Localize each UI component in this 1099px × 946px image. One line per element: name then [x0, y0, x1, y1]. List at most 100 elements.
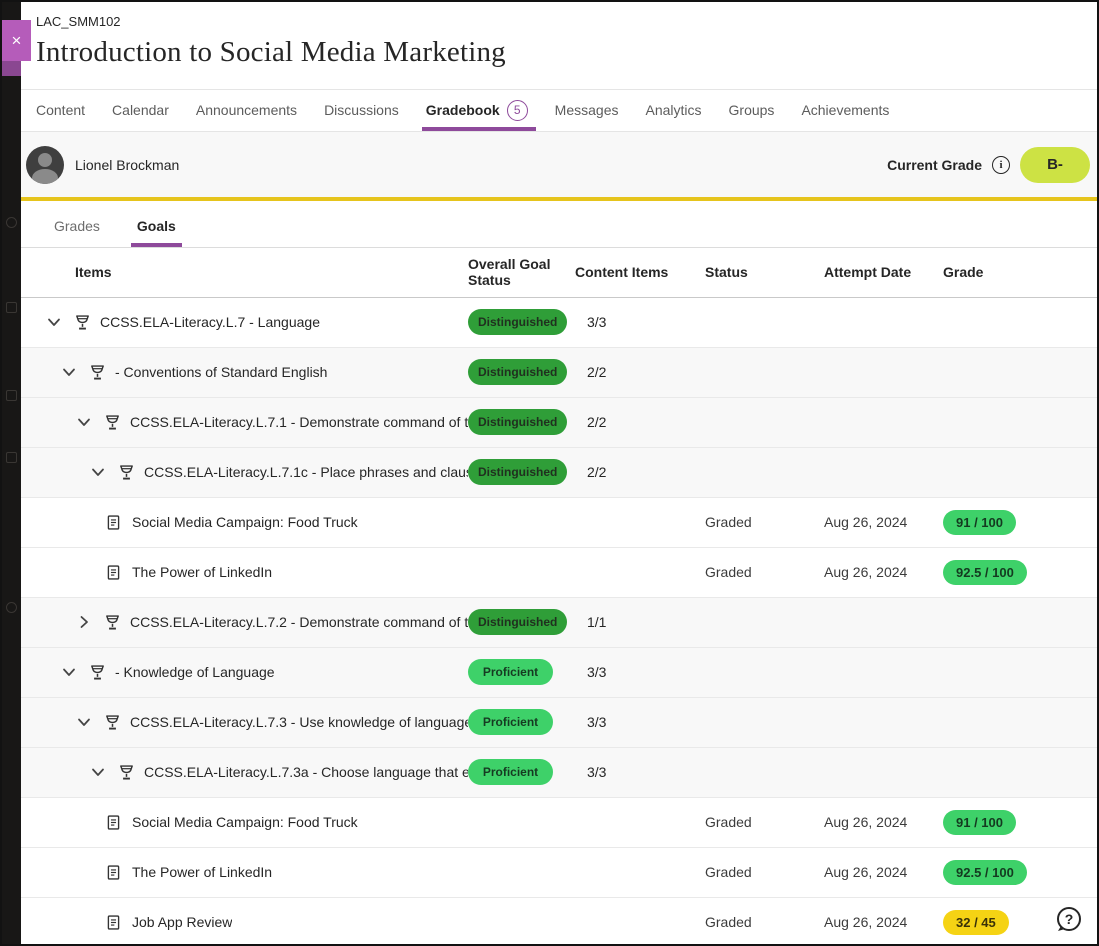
course-header: LAC_SMM102 Introduction to Social Media …: [21, 2, 1097, 90]
tab-messages[interactable]: Messages: [555, 90, 619, 132]
grade-pill[interactable]: 32 / 45: [943, 910, 1009, 935]
content-item-row: Social Media Campaign: Food Truck GradedA…: [21, 498, 1097, 548]
tab-announcements[interactable]: Announcements: [196, 90, 297, 132]
close-icon: ×: [12, 31, 22, 51]
content-items-count: 3/3: [575, 714, 705, 730]
current-grade-group: Current Grade i B-: [887, 147, 1090, 183]
goal-status-badge: Proficient: [468, 659, 553, 685]
close-button-fold: [2, 61, 21, 76]
column-header-items: Items: [21, 264, 468, 280]
status-value: Graded: [705, 914, 824, 930]
background-icon: [6, 390, 17, 401]
goal-status-badge: Distinguished: [468, 609, 567, 635]
close-panel-button[interactable]: ×: [2, 20, 31, 61]
chevron-down-icon[interactable]: [61, 364, 77, 380]
document-icon: [105, 914, 122, 931]
status-value: Graded: [705, 514, 824, 530]
content-item-label[interactable]: Job App Review: [132, 914, 232, 930]
gradebook-window: × LAC_SMM102 Introduction to Social Medi…: [0, 0, 1099, 946]
tab-analytics[interactable]: Analytics: [645, 90, 701, 132]
tab-discussions[interactable]: Discussions: [324, 90, 399, 132]
chevron-down-icon[interactable]: [76, 414, 92, 430]
content-item-label[interactable]: The Power of LinkedIn: [132, 564, 272, 580]
chevron-down-icon[interactable]: [90, 764, 106, 780]
goal-row: CCSS.ELA-Literacy.L.7.3a - Choose langua…: [21, 748, 1097, 798]
content-items-count: 3/3: [575, 314, 705, 330]
content-item-label[interactable]: Social Media Campaign: Food Truck: [132, 814, 358, 830]
current-grade-label: Current Grade: [887, 157, 982, 173]
background-icon: [6, 302, 17, 313]
attempt-date-value: Aug 26, 2024: [824, 864, 943, 880]
tab-grades[interactable]: Grades: [48, 218, 106, 247]
tab-groups[interactable]: Groups: [729, 90, 775, 132]
main-panel: LAC_SMM102 Introduction to Social Media …: [21, 2, 1097, 944]
gradebook-subtabs: Grades Goals: [21, 201, 1097, 248]
attempt-date-value: Aug 26, 2024: [824, 914, 943, 930]
info-icon[interactable]: i: [992, 156, 1010, 174]
goal-label: CCSS.ELA-Literacy.L.7.2 - Demonstrate co…: [130, 614, 468, 630]
attempt-date-value: Aug 26, 2024: [824, 564, 943, 580]
content-items-count: 3/3: [575, 764, 705, 780]
grade-pill[interactable]: 92.5 / 100: [943, 560, 1027, 585]
tab-goals[interactable]: Goals: [131, 218, 182, 247]
goal-row: CCSS.ELA-Literacy.L.7.3 - Use knowledge …: [21, 698, 1097, 748]
page-title: Introduction to Social Media Marketing: [36, 36, 1097, 69]
goal-label: - Conventions of Standard English: [115, 364, 327, 380]
document-icon: [105, 864, 122, 881]
goal-status-badge: Distinguished: [468, 309, 567, 335]
course-nav: Content Calendar Announcements Discussio…: [21, 90, 1097, 133]
grade-pill[interactable]: 91 / 100: [943, 810, 1016, 835]
attempt-date-value: Aug 26, 2024: [824, 514, 943, 530]
background-icon: [6, 452, 17, 463]
goal-trophy-icon: [103, 713, 122, 732]
column-header-status: Status: [705, 264, 824, 280]
tab-gradebook[interactable]: Gradebook 5: [426, 90, 528, 132]
goal-trophy-icon: [73, 313, 92, 332]
content-item-row: Job App Review GradedAug 26, 202432 / 45: [21, 898, 1097, 945]
document-icon: [105, 814, 122, 831]
chevron-down-icon[interactable]: [46, 314, 62, 330]
grade-pill[interactable]: 92.5 / 100: [943, 860, 1027, 885]
content-item-label[interactable]: Social Media Campaign: Food Truck: [132, 514, 358, 530]
tab-achievements[interactable]: Achievements: [801, 90, 889, 132]
goal-label: CCSS.ELA-Literacy.L.7.3a - Choose langua…: [144, 764, 468, 780]
goal-row: CCSS.ELA-Literacy.L.7.2 - Demonstrate co…: [21, 598, 1097, 648]
goal-row: CCSS.ELA-Literacy.L.7.1c - Place phrases…: [21, 448, 1097, 498]
document-icon: [105, 564, 122, 581]
goal-status-badge: Proficient: [468, 759, 553, 785]
goal-row: - Conventions of Standard EnglishDisting…: [21, 348, 1097, 398]
tab-content[interactable]: Content: [36, 90, 85, 132]
content-item-row: Social Media Campaign: Food TruckGradedA…: [21, 798, 1097, 848]
tab-calendar[interactable]: Calendar: [112, 90, 169, 132]
column-header-attempt-date: Attempt Date: [824, 264, 943, 280]
student-banner: Lionel Brockman Current Grade i B-: [21, 132, 1097, 201]
goal-label: CCSS.ELA-Literacy.L.7.1c - Place phrases…: [144, 464, 468, 480]
background-sidebar: [2, 2, 21, 944]
svg-text:?: ?: [1065, 911, 1074, 927]
grade-pill[interactable]: 91 / 100: [943, 510, 1016, 535]
background-icon: [6, 602, 17, 613]
content-items-count: 2/2: [575, 414, 705, 430]
goal-label: CCSS.ELA-Literacy.L.7 - Language: [100, 314, 320, 330]
content-item-row: The Power of LinkedInGradedAug 26, 20249…: [21, 548, 1097, 598]
goal-status-badge: Distinguished: [468, 409, 567, 435]
status-value: Graded: [705, 814, 824, 830]
current-grade-pill[interactable]: B-: [1020, 147, 1090, 183]
chevron-down-icon[interactable]: [76, 714, 92, 730]
goal-trophy-icon: [103, 613, 122, 632]
content-items-count: 2/2: [575, 364, 705, 380]
goal-label: CCSS.ELA-Literacy.L.7.3 - Use knowledge …: [130, 714, 468, 730]
background-icon: [6, 217, 17, 228]
avatar-silhouette: [38, 153, 52, 167]
help-button[interactable]: ?: [1053, 904, 1085, 936]
student-name: Lionel Brockman: [75, 157, 179, 173]
chevron-right-icon[interactable]: [76, 614, 92, 630]
content-item-label[interactable]: The Power of LinkedIn: [132, 864, 272, 880]
goal-trophy-icon: [88, 663, 107, 682]
table-header: Items Overall Goal Status Content Items …: [21, 248, 1097, 298]
column-header-content-items: Content Items: [575, 264, 705, 280]
goal-trophy-icon: [103, 413, 122, 432]
chevron-down-icon[interactable]: [61, 664, 77, 680]
content-items-count: 3/3: [575, 664, 705, 680]
chevron-down-icon[interactable]: [90, 464, 106, 480]
